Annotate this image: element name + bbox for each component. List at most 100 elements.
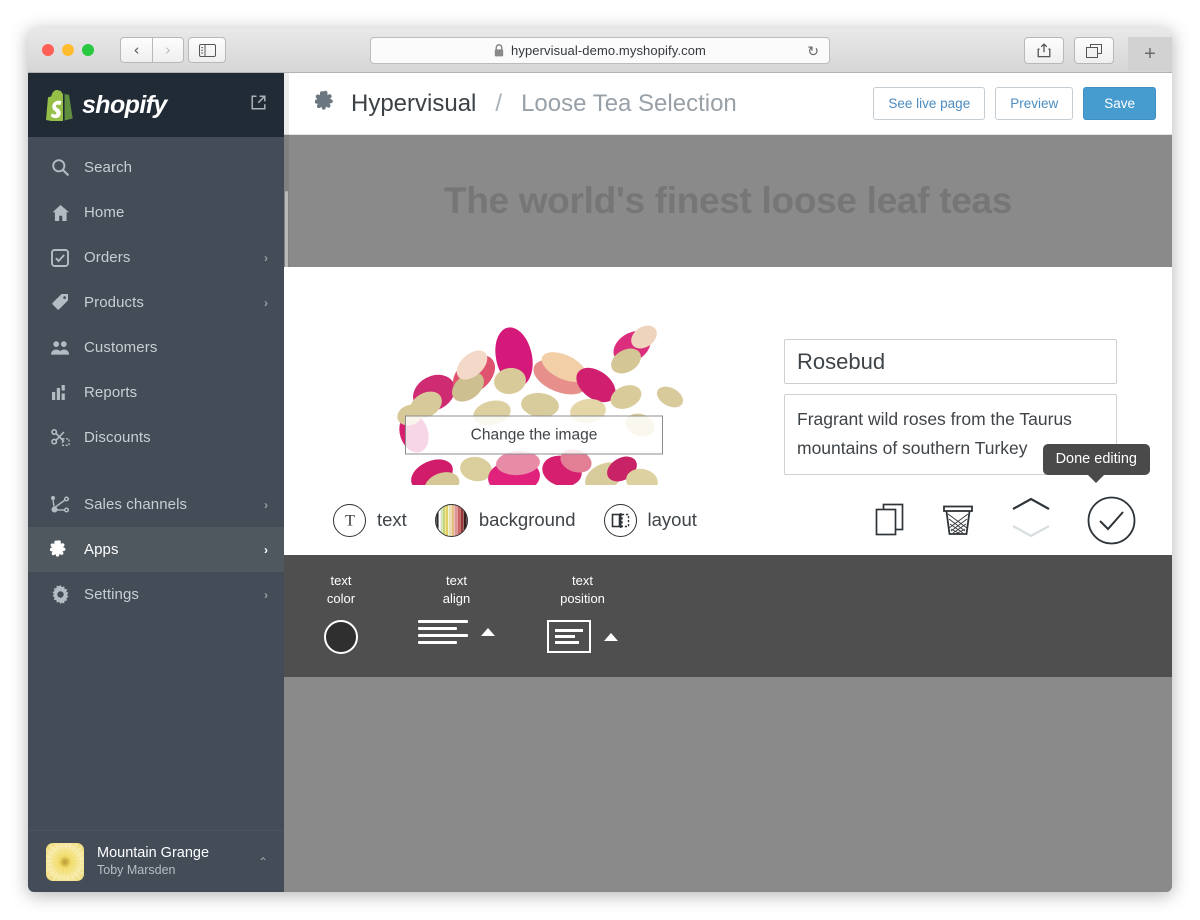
sidebar-item-products[interactable]: Products › [28, 280, 284, 325]
chevron-right-icon: › [264, 250, 268, 265]
text-position-control: text position [547, 572, 618, 654]
shopify-sidebar: shopify Search Home Orders › Products › … [28, 73, 284, 892]
done-editing-tooltip: Done editing [1042, 443, 1150, 475]
sidebar-item-sales-channels[interactable]: Sales channels › [28, 482, 284, 527]
store-user-name: Toby Marsden [97, 863, 176, 878]
chevron-right-icon: › [264, 295, 268, 310]
sidebar-nav: Search Home Orders › Products › Customer… [28, 137, 284, 830]
control-label-line1: text [446, 573, 467, 588]
title-input[interactable]: Rosebud [784, 339, 1117, 384]
nav-buttons: ‹ › [120, 37, 184, 63]
sidebar-item-discounts[interactable]: Discounts [28, 415, 284, 460]
hero-banner-section[interactable]: The world's finest loose leaf teas [284, 135, 1172, 267]
search-icon [50, 158, 70, 178]
control-label: text position [560, 572, 605, 607]
app-header: Hypervisual / Loose Tea Selection See li… [284, 73, 1172, 135]
sidebar-item-apps[interactable]: Apps › [28, 527, 284, 572]
chevron-right-icon: › [165, 40, 171, 59]
traffic-lights [42, 44, 94, 56]
position-expand-caret-icon[interactable] [604, 632, 618, 641]
sidebar-item-home[interactable]: Home [28, 190, 284, 235]
minimize-window-button[interactable] [62, 44, 74, 56]
sidebar-toggle-button[interactable] [188, 37, 226, 63]
reload-icon[interactable]: ↻ [807, 44, 819, 58]
sidebar-item-customers[interactable]: Customers [28, 325, 284, 370]
close-window-button[interactable] [42, 44, 54, 56]
reports-bar-chart-icon [50, 383, 70, 403]
text-align-control: text align [418, 572, 495, 645]
chevron-up-icon[interactable] [1011, 497, 1051, 516]
show-tabs-button[interactable] [1074, 37, 1114, 64]
text-color-swatch[interactable] [324, 620, 358, 655]
new-tab-button[interactable]: + [1128, 37, 1172, 71]
browser-window: ‹ › hypervisual-demo.myshopify.com ↻ + s… [28, 28, 1172, 892]
sidebar-item-settings[interactable]: Settings › [28, 572, 284, 617]
tab-text[interactable]: T text [333, 503, 407, 567]
store-account-bar[interactable]: Mountain Grange Toby Marsden ⌃ [28, 830, 284, 892]
apps-puzzle-icon [50, 540, 70, 560]
description-input-value: Fragrant wild roses from the Taurus moun… [797, 409, 1072, 458]
align-expand-caret-icon[interactable] [481, 628, 495, 637]
back-button[interactable]: ‹ [120, 37, 152, 63]
sidebar-item-label: Discounts [84, 429, 151, 446]
toolbar-actions: Done editing [875, 443, 1150, 545]
sidebar-item-orders[interactable]: Orders › [28, 235, 284, 280]
tab-label: layout [647, 509, 697, 530]
sidebar-item-search[interactable]: Search [28, 145, 284, 190]
position-left-icon[interactable] [547, 620, 591, 654]
title-input-value: Rosebud [797, 348, 886, 374]
sidebar-item-label: Products [84, 294, 144, 311]
sales-channels-icon [50, 495, 70, 515]
control-label-line2: color [326, 590, 356, 606]
done-editing-button[interactable] [1087, 496, 1136, 545]
orders-icon [50, 248, 70, 268]
external-link-icon[interactable] [251, 95, 266, 115]
align-left-icon[interactable] [418, 620, 468, 645]
preview-button[interactable]: Preview [995, 87, 1074, 120]
browser-actions [1024, 37, 1114, 64]
trash-icon[interactable] [941, 502, 975, 538]
shopify-logo-icon [46, 89, 73, 121]
duplicate-icon[interactable] [875, 503, 905, 537]
sidebar-item-label: Customers [84, 339, 158, 356]
sidebar-item-label: Reports [84, 384, 138, 401]
share-button[interactable] [1024, 37, 1064, 64]
sidebar-brand-bar: shopify [28, 73, 284, 137]
sidebar-item-reports[interactable]: Reports [28, 370, 284, 415]
sidebar-item-label: Sales channels [84, 496, 188, 513]
control-label-line1: text [330, 573, 352, 588]
canvas-bottom-area [284, 677, 1172, 892]
tab-label: text [377, 509, 407, 530]
tab-label: background [478, 509, 576, 530]
header-actions: See live page Preview Save [873, 87, 1156, 120]
chevron-down-icon[interactable] [1011, 524, 1051, 543]
store-name: Mountain Grange [97, 844, 210, 861]
control-label-line2: align [442, 590, 471, 606]
app-name: Hypervisual [351, 89, 477, 117]
chevron-right-icon: › [264, 497, 268, 512]
chevron-up-icon[interactable]: ⌃ [258, 855, 268, 869]
text-T-icon: T [333, 503, 366, 537]
see-live-page-button[interactable]: See live page [873, 87, 986, 120]
sidebar-divider-gap [28, 460, 284, 482]
zoom-window-button[interactable] [82, 44, 94, 56]
sidebar-item-label: Home [84, 204, 125, 221]
toolbar-tabs: T text background layout [333, 503, 875, 567]
address-bar[interactable]: hypervisual-demo.myshopify.com ↻ [370, 37, 830, 64]
page-title: Loose Tea Selection [521, 89, 737, 117]
sidebar-item-label: Apps [84, 541, 119, 558]
hero-title: The world's finest loose leaf teas [443, 180, 1013, 221]
sidebar-panel-icon [198, 43, 216, 57]
tabs-icon [1086, 43, 1102, 58]
url-text: hypervisual-demo.myshopify.com [511, 43, 706, 58]
sidebar-item-label: Search [84, 159, 133, 176]
tab-layout[interactable]: layout [603, 503, 697, 537]
home-icon [50, 203, 70, 223]
block-toolbar: T text background layout Done editing [284, 443, 1172, 567]
change-image-button[interactable]: Change the image [405, 415, 663, 455]
layout-columns-icon [603, 503, 637, 537]
forward-button[interactable]: › [152, 37, 184, 63]
tab-background[interactable]: background [434, 503, 576, 537]
chevron-right-icon: › [264, 542, 268, 557]
save-button[interactable]: Save [1083, 87, 1156, 120]
